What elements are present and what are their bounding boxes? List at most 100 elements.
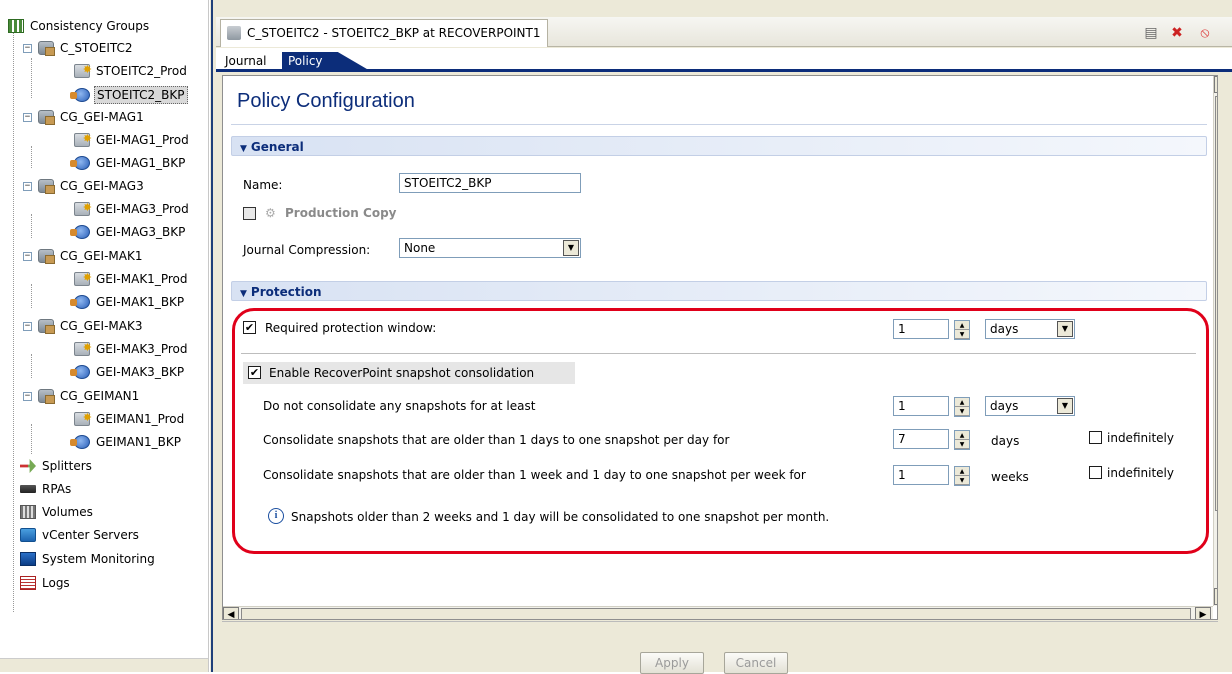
production-copy-icon <box>74 197 92 219</box>
name-label: Name: <box>243 178 283 192</box>
collapse-toggle[interactable]: − <box>23 44 32 53</box>
consistency-group-icon <box>38 319 55 334</box>
view-titlebar: C_STOEITC2 - STOEITC2_BKP at RECOVERPOIN… <box>216 17 1232 47</box>
tree-item-system-monitoring[interactable]: System Monitoring <box>20 548 157 570</box>
weekly-unit-label: weeks <box>991 470 1029 484</box>
apply-button[interactable]: Apply <box>640 652 704 674</box>
weekly-consolidation-spinner[interactable]: 1 ▲ ▼ <box>893 465 970 486</box>
no-consolidate-unit-select[interactable]: days ▼ <box>985 396 1075 416</box>
tree-group[interactable]: CG_GEI-MAK1 <box>38 245 145 267</box>
tree-copy-bkp[interactable]: GEIMAN1_BKP <box>70 431 183 453</box>
tree-copy-bkp[interactable]: GEI-MAG3_BKP <box>70 221 187 243</box>
tree-copy-prod[interactable]: GEI-MAK3_Prod <box>74 337 189 360</box>
horizontal-scrollbar[interactable]: ◀ ▶ <box>223 606 1213 619</box>
tree-group[interactable]: CG_GEI-MAG1 <box>38 106 146 128</box>
title-divider <box>231 124 1207 125</box>
consistency-group-icon <box>38 41 55 56</box>
tree-copy-prod[interactable]: GEIMAN1_Prod <box>74 407 186 430</box>
cancel-button[interactable]: Cancel <box>724 652 788 674</box>
collapse-toggle[interactable]: − <box>23 182 32 191</box>
monitoring-icon <box>20 552 36 566</box>
spinner-arrows-icon[interactable]: ▲ ▼ <box>954 397 970 417</box>
navigation-tree: Consistency Groups − C_STOEITC2 STOEITC2… <box>0 0 209 672</box>
daily-indefinitely-label: indefinitely <box>1107 431 1174 445</box>
page-title: Policy Configuration <box>237 90 415 112</box>
protection-section-header[interactable]: ▼ Protection <box>231 281 1207 301</box>
tree-copy-bkp[interactable]: GEI-MAG1_BKP <box>70 152 187 174</box>
tree-group[interactable]: CG_GEI-MAG3 <box>38 175 146 197</box>
required-window-spinner[interactable]: 1 ▲ ▼ <box>893 319 970 340</box>
required-window-label: Required protection window: <box>265 321 437 335</box>
scroll-down-icon[interactable]: ▼ <box>1214 588 1217 605</box>
scroll-right-icon[interactable]: ▶ <box>1195 607 1211 619</box>
required-window-unit-select[interactable]: days ▼ <box>985 319 1075 339</box>
journal-compression-select[interactable]: None ▼ <box>399 238 581 258</box>
disable-icon[interactable]: ⦸ <box>1196 25 1214 41</box>
collapse-arrow-icon: ▼ <box>240 289 247 299</box>
tree-item-splitters[interactable]: Splitters <box>20 455 94 477</box>
replica-copy-icon <box>70 365 90 379</box>
tree-group-c-stoeitc2[interactable]: C_STOEITC2 <box>38 37 135 59</box>
no-consolidate-spinner[interactable]: 1 ▲ ▼ <box>893 396 970 417</box>
weekly-indefinitely-label: indefinitely <box>1107 466 1174 480</box>
spinner-arrows-icon[interactable]: ▲ ▼ <box>954 320 970 340</box>
tree-item-volumes[interactable]: Volumes <box>20 501 95 523</box>
collapse-toggle[interactable]: − <box>23 392 32 401</box>
collapse-toggle[interactable]: − <box>23 113 32 122</box>
snapshot-consolidation-checkbox[interactable]: ✔ <box>248 366 261 379</box>
collapse-toggle[interactable]: − <box>23 322 32 331</box>
tree-root-consistency-groups[interactable]: Consistency Groups <box>8 15 151 37</box>
tree-horizontal-scrollbar[interactable] <box>0 658 208 672</box>
tab-policy[interactable]: Policy <box>282 52 372 72</box>
required-window-checkbox[interactable]: ✔ <box>243 321 256 334</box>
view-title-tab[interactable]: C_STOEITC2 - STOEITC2_BKP at RECOVERPOIN… <box>220 19 548 47</box>
tree-item-logs[interactable]: Logs <box>20 572 72 594</box>
horizontal-scroll-thumb[interactable] <box>241 608 1191 619</box>
production-copy-icon <box>74 337 92 359</box>
production-copy-icon: ⚙ <box>265 206 276 220</box>
chevron-down-icon[interactable]: ▼ <box>563 240 579 256</box>
tree-copy-bkp[interactable]: GEI-MAK1_BKP <box>70 291 186 313</box>
consistency-group-icon <box>227 26 241 40</box>
collapse-toggle[interactable]: − <box>23 252 32 261</box>
consistency-group-icon <box>38 110 55 125</box>
tree-copy-prod[interactable]: GEI-MAK1_Prod <box>74 267 189 290</box>
spinner-arrows-icon[interactable]: ▲ ▼ <box>954 466 970 486</box>
tree-copy-prod[interactable]: STOEITC2_Prod <box>74 59 189 82</box>
weekly-consolidation-label: Consolidate snapshots that are older tha… <box>263 468 806 482</box>
policy-content-area: Policy Configuration ▼ General Name: STOE… <box>222 75 1218 620</box>
tree-item-vcenter[interactable]: vCenter Servers <box>20 524 141 546</box>
tree-copy-bkp-selected[interactable]: STOEITC2_BKP <box>70 84 188 106</box>
remove-copy-icon[interactable]: ✖ <box>1168 25 1186 41</box>
tree-group[interactable]: CG_GEI-MAK3 <box>38 315 145 337</box>
scroll-up-icon[interactable]: ▲ <box>1214 76 1217 93</box>
chevron-down-icon[interactable]: ▼ <box>1057 321 1073 337</box>
tree-item-rpas[interactable]: RPAs <box>20 478 73 500</box>
daily-indefinitely-checkbox[interactable] <box>1089 431 1102 444</box>
daily-consolidation-spinner[interactable]: 7 ▲ ▼ <box>893 429 970 450</box>
name-field[interactable]: STOEITC2_BKP <box>399 173 581 193</box>
tree-copy-bkp[interactable]: GEI-MAK3_BKP <box>70 361 186 383</box>
volumes-icon <box>20 505 36 519</box>
replica-copy-icon <box>70 225 90 239</box>
tree-group[interactable]: CG_GEIMAN1 <box>38 385 141 407</box>
weekly-indefinitely-checkbox[interactable] <box>1089 466 1102 479</box>
production-copy-icon <box>74 59 92 81</box>
vertical-scrollbar[interactable]: ▲ ▼ <box>1213 76 1217 606</box>
scroll-left-icon[interactable]: ◀ <box>223 607 239 619</box>
tree-copy-prod[interactable]: GEI-MAG1_Prod <box>74 128 191 151</box>
tab-bar: Journal Policy <box>216 48 1232 72</box>
replica-copy-icon <box>70 88 90 102</box>
vertical-scroll-thumb[interactable] <box>1215 96 1217 511</box>
chevron-down-icon[interactable]: ▼ <box>1057 398 1073 414</box>
splitter-icon <box>20 459 36 473</box>
consistency-groups-icon <box>8 19 24 33</box>
tree-copy-prod[interactable]: GEI-MAG3_Prod <box>74 197 191 220</box>
spinner-arrows-icon[interactable]: ▲ ▼ <box>954 430 970 450</box>
rpa-server-icon <box>20 485 36 493</box>
add-copy-icon[interactable]: ▤ <box>1142 25 1160 41</box>
general-section-header[interactable]: ▼ General <box>231 136 1207 156</box>
collapse-arrow-icon: ▼ <box>240 144 247 154</box>
production-copy-checkbox[interactable] <box>243 207 256 220</box>
tab-journal[interactable]: Journal <box>220 52 272 72</box>
